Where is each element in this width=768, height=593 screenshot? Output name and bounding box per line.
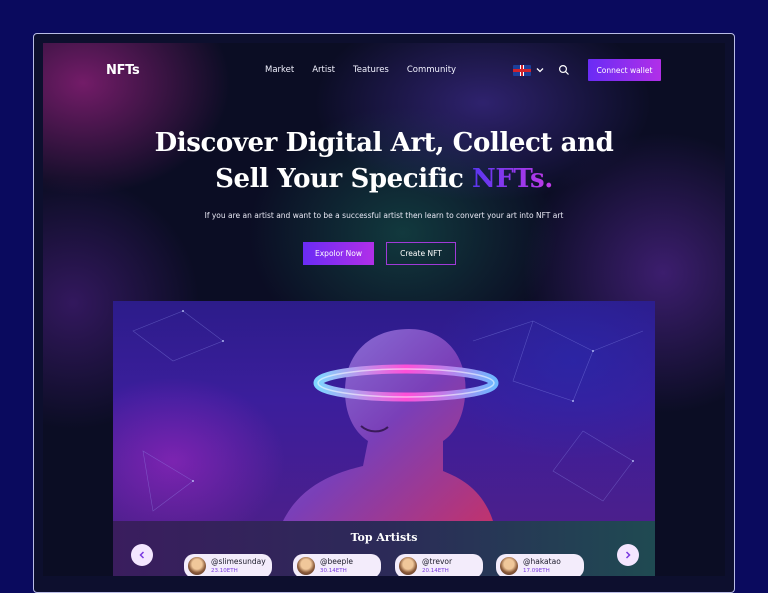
prev-arrow-button[interactable] xyxy=(131,544,153,566)
avatar xyxy=(500,557,518,575)
hero-subtitle: If you are an artist and want to be a su… xyxy=(204,211,564,220)
artist-name: @trevor xyxy=(422,557,453,566)
artist-eth: 20.14ETH xyxy=(422,568,449,574)
headline-line-1: Discover Digital Art, Collect and xyxy=(154,128,614,158)
chevron-right-icon xyxy=(625,551,631,559)
headline-line-2: Sell Your Specific NFTs. xyxy=(43,161,725,197)
uk-flag-icon[interactable] xyxy=(513,65,531,76)
artist-name: @beeple xyxy=(320,557,353,566)
top-artists-section: Top Artists @slimesunday 23.10ETH @beepl… xyxy=(113,521,655,576)
artist-name: @hakatao xyxy=(523,557,561,566)
artist-card[interactable]: @slimesunday 23.10ETH xyxy=(184,554,272,576)
artist-eth: 23.10ETH xyxy=(211,568,238,574)
avatar xyxy=(188,557,206,575)
hero-headline: Discover Digital Art, Collect and Sell Y… xyxy=(43,125,725,197)
chevron-left-icon xyxy=(139,551,145,559)
headline-line-2-prefix: Sell Your Specific xyxy=(215,164,473,194)
main-nav: Market Artist Teatures Community xyxy=(265,65,474,75)
avatar xyxy=(399,557,417,575)
artist-name: @slimesunday xyxy=(211,557,266,566)
nav-market[interactable]: Market xyxy=(265,65,294,75)
hero-image xyxy=(113,301,655,521)
avatar xyxy=(297,557,315,575)
explore-now-button[interactable]: Expolor Now xyxy=(303,242,374,265)
nav-community[interactable]: Community xyxy=(407,65,456,75)
top-artists-title: Top Artists xyxy=(350,531,418,544)
chevron-down-icon[interactable] xyxy=(535,65,545,75)
logo[interactable]: NFTs xyxy=(106,63,140,78)
artist-card[interactable]: @beeple 30.14ETH xyxy=(293,554,381,576)
connect-wallet-button[interactable]: Connect wallet xyxy=(588,59,661,81)
nav-teatures[interactable]: Teatures xyxy=(353,65,389,75)
hero-illustration xyxy=(132,310,644,521)
search-icon[interactable] xyxy=(558,64,570,76)
artist-card[interactable]: @hakatao 17.09ETH xyxy=(496,554,584,576)
artist-card[interactable]: @trevor 20.14ETH xyxy=(395,554,483,576)
artist-eth: 17.09ETH xyxy=(523,568,550,574)
artist-eth: 30.14ETH xyxy=(320,568,347,574)
headline-highlight: NFTs. xyxy=(472,164,553,194)
create-nft-button[interactable]: Create NFT xyxy=(386,242,456,265)
landing-page: NFTs Market Artist Teatures Community Co… xyxy=(43,43,725,576)
next-arrow-button[interactable] xyxy=(617,544,639,566)
nav-artist[interactable]: Artist xyxy=(312,65,335,75)
